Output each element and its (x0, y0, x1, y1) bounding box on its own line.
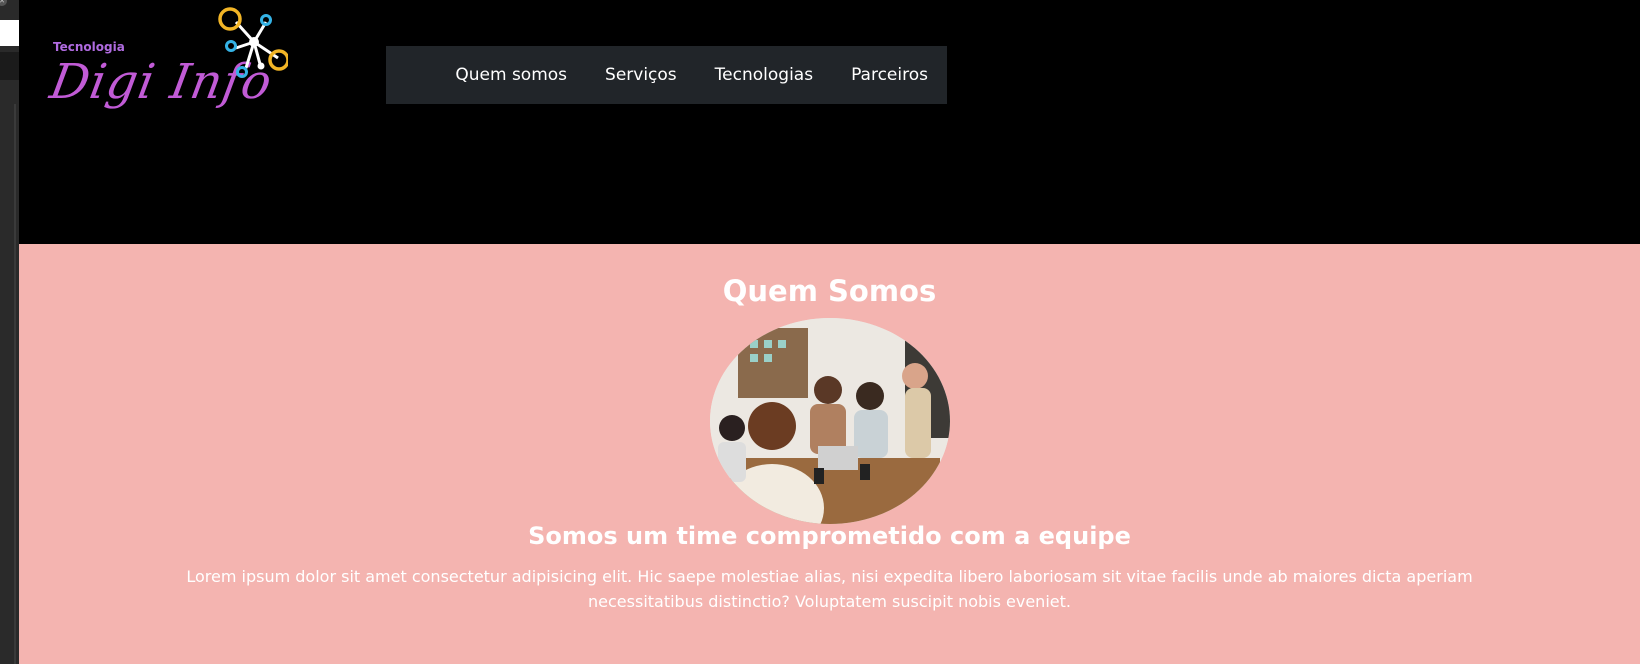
nav-item-parceiros[interactable]: Parceiros (851, 65, 928, 85)
about-section: Quem Somos Somos um time comprometido co… (19, 244, 1640, 664)
logo-small-text: Tecnologia (53, 40, 125, 54)
team-photo-illustration (710, 318, 950, 524)
side-divider (14, 104, 16, 664)
page: Tecnologia Digi Info Quem somos Serviços… (19, 0, 1640, 664)
network-icon (218, 7, 288, 78)
team-photo (710, 318, 950, 524)
nav-item-tecnologias[interactable]: Tecnologias (715, 65, 813, 85)
about-description: Lorem ipsum dolor sit amet consectetur a… (186, 567, 1473, 611)
side-toolbar (0, 52, 19, 80)
about-title: Quem Somos (722, 274, 937, 308)
nav-item-servicos[interactable]: Serviços (605, 65, 677, 85)
main-nav: Quem somos Serviços Tecnologias Parceiro… (386, 46, 947, 104)
site-header: Tecnologia Digi Info Quem somos Serviços… (19, 0, 1640, 244)
close-icon[interactable]: ✕ (0, 0, 7, 6)
nav-item-quem-somos[interactable]: Quem somos (455, 65, 567, 85)
side-input[interactable] (0, 20, 19, 46)
logo[interactable]: Tecnologia Digi Info (43, 6, 313, 126)
about-subtitle: Somos um time comprometido com a equipe (528, 522, 1131, 550)
browser-side-panel: ✕ (0, 0, 19, 664)
